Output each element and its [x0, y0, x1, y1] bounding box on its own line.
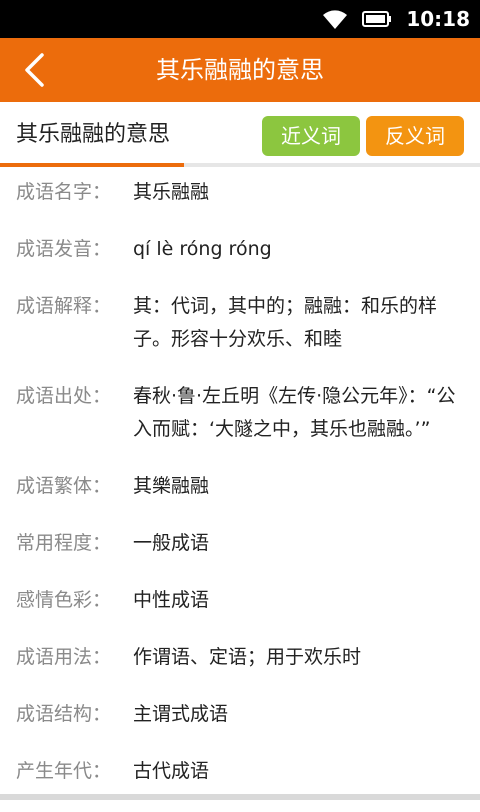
row-value: 主谓式成语 [133, 703, 229, 725]
wifi-icon [323, 10, 348, 29]
row-usage: 成语用法： 作谓语、定语；用于欢乐时 [0, 641, 480, 674]
status-bar: 10:18 [0, 0, 480, 38]
row-label: 成语结构： [16, 703, 112, 725]
row-label: 常用程度： [16, 532, 112, 554]
synonym-button[interactable]: 近义词 [262, 116, 360, 156]
row-explanation: 成语解释： 其：代词，其中的；融融：和乐的样子。形容十分欢乐、和睦 [0, 290, 480, 356]
row-label: 感情色彩： [16, 589, 112, 611]
row-structure: 成语结构： 主谓式成语 [0, 698, 480, 731]
app-bar: 其乐融融的意思 [0, 38, 480, 102]
status-time: 10:18 [406, 7, 470, 31]
subheader-divider [0, 163, 480, 167]
idiom-details: 成语名字： 其乐融融 成语发音： qí lè róng róng 成语解释： 其… [0, 176, 480, 812]
row-sentiment: 感情色彩： 中性成语 [0, 584, 480, 617]
row-value: 作谓语、定语；用于欢乐时 [133, 646, 362, 668]
row-label: 成语解释： [16, 295, 112, 317]
row-value: 一般成语 [133, 532, 210, 554]
chevron-left-icon [25, 53, 44, 87]
back-button[interactable] [10, 46, 58, 94]
status-icons: 10:18 [322, 0, 470, 38]
row-traditional: 成语繁体： 其樂融融 [0, 470, 480, 503]
subheader-divider-accent [0, 163, 184, 167]
row-label: 产生年代： [16, 760, 112, 782]
row-source: 成语出处： 春秋·鲁·左丘明《左传·隐公元年》：“公入而赋：‘大隧之中，其乐也融… [0, 380, 480, 446]
row-label: 成语发音： [16, 238, 112, 260]
row-frequency: 常用程度： 一般成语 [0, 527, 480, 560]
row-label: 成语名字： [16, 181, 112, 203]
row-value: 古代成语 [133, 760, 210, 782]
battery-icon [362, 11, 392, 27]
row-name: 成语名字： 其乐融融 [0, 176, 480, 209]
row-label: 成语用法： [16, 646, 112, 668]
row-pronunciation: 成语发音： qí lè róng róng [0, 233, 480, 266]
antonym-button[interactable]: 反义词 [366, 116, 464, 156]
row-value: 其乐融融 [133, 181, 210, 203]
row-value: 春秋·鲁·左丘明《左传·隐公元年》：“公入而赋：‘大隧之中，其乐也融融。’” [133, 385, 456, 440]
row-value: 其：代词，其中的；融融：和乐的样子。形容十分欢乐、和睦 [133, 295, 438, 350]
row-label: 成语出处： [16, 385, 112, 407]
row-value: 其樂融融 [133, 475, 210, 497]
row-value: qí lè róng róng [133, 238, 272, 260]
subheader-title: 其乐融融的意思 [16, 122, 171, 147]
app-bar-title: 其乐融融的意思 [156, 56, 324, 84]
row-label: 成语繁体： [16, 475, 112, 497]
row-era: 产生年代： 古代成语 [0, 755, 480, 788]
bottom-divider [0, 794, 480, 800]
row-value: 中性成语 [133, 589, 210, 611]
